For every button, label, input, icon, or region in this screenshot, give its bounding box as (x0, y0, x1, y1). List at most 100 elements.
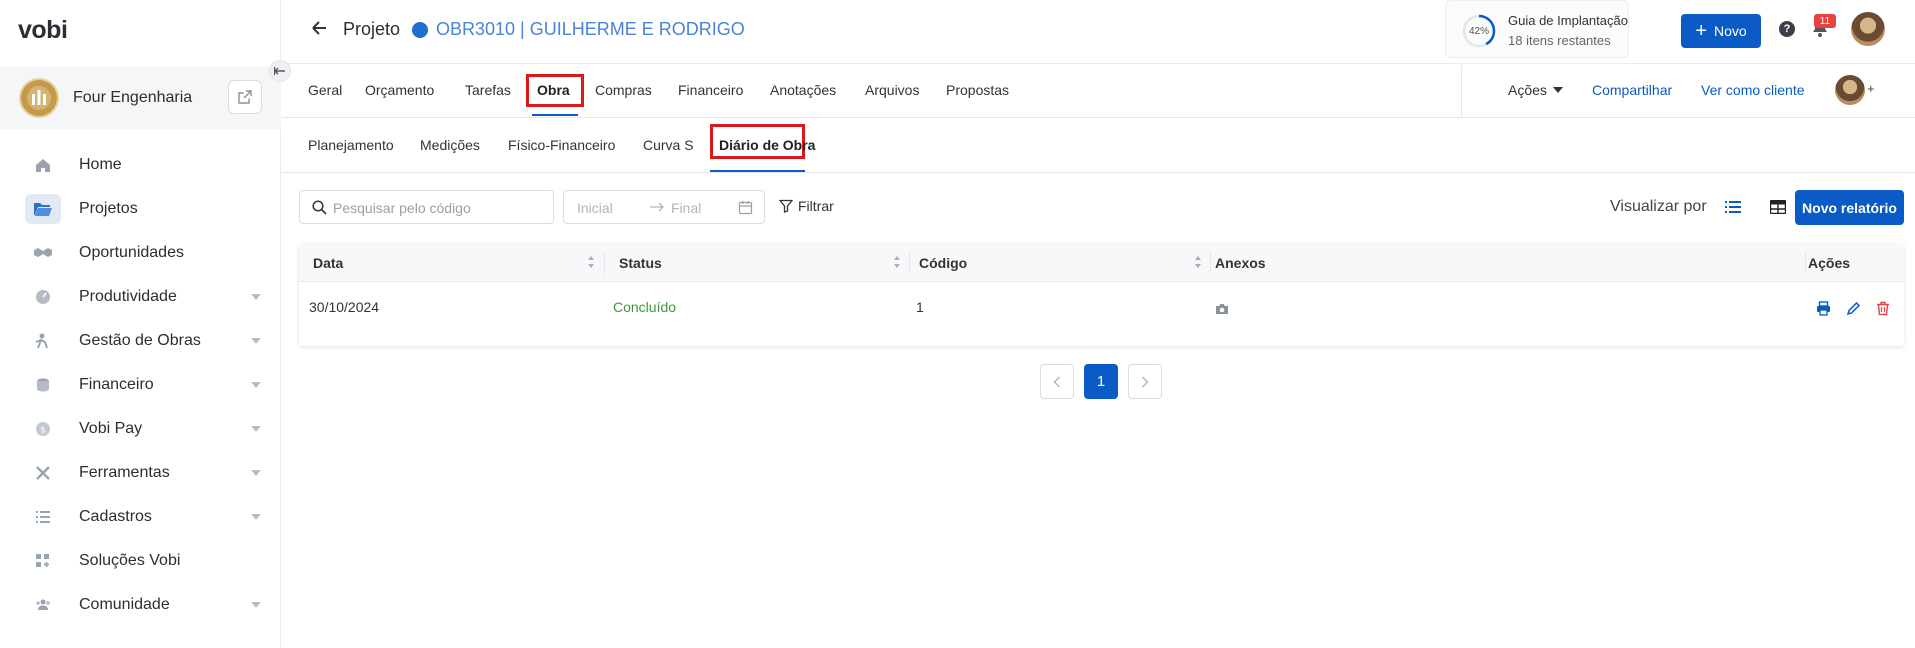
tab-propostas[interactable]: Propostas (946, 82, 1009, 98)
sidebar-item-comunidade[interactable]: Comunidade (0, 583, 281, 627)
sort-icon[interactable] (587, 255, 595, 269)
filter-button[interactable]: Filtrar (779, 198, 834, 214)
date-start-input[interactable]: Inicial (577, 200, 613, 216)
notification-badge: 11 (1814, 14, 1836, 28)
active-tab-indicator (532, 114, 578, 116)
pagination-page-1[interactable]: 1 (1084, 364, 1118, 399)
folder-icon (34, 203, 52, 216)
subtab-curva-s[interactable]: Curva S (643, 137, 694, 153)
guide-title: Guia de Implantação (1508, 13, 1628, 28)
sidebar-item-vobi-pay[interactable]: $ Vobi Pay (0, 407, 281, 451)
tools-icon (36, 466, 50, 480)
collapse-sidebar-button[interactable] (269, 60, 291, 82)
top-header: Projeto OBR3010 | GUILHERME E RODRIGO 42… (282, 0, 1915, 64)
sidebar-item-label: Vobi Pay (79, 420, 143, 437)
sidebar-item-home[interactable]: Home (0, 143, 281, 187)
search-box (299, 190, 554, 224)
search-input[interactable] (333, 198, 543, 218)
sidebar-item-oportunidades[interactable]: Oportunidades (0, 231, 281, 275)
column-header-codigo[interactable]: Código (919, 255, 967, 271)
external-link-icon (238, 90, 252, 104)
implementation-guide[interactable]: 42% Guia de Implantação 18 itens restant… (1445, 0, 1629, 58)
subtab-planejamento[interactable]: Planejamento (308, 137, 394, 153)
print-icon[interactable] (1816, 301, 1831, 316)
sidebar-item-label: Comunidade (79, 596, 170, 613)
tab-compras[interactable]: Compras (595, 82, 652, 98)
trash-icon[interactable] (1876, 301, 1890, 316)
guide-subtitle: 18 itens restantes (1508, 33, 1611, 48)
camera-icon[interactable] (1215, 303, 1229, 315)
grid-plus-icon (36, 554, 49, 567)
actions-dropdown[interactable]: Ações (1508, 82, 1563, 98)
table-header: Data Status Código Anexos Ações (299, 244, 1904, 282)
sidebar-item-projetos[interactable]: Projetos (0, 187, 281, 231)
table-view-icon[interactable] (1770, 200, 1786, 214)
chevron-down-icon (251, 470, 261, 476)
plus-icon: + (1695, 20, 1707, 42)
chevron-left-icon (1053, 376, 1060, 387)
back-arrow-icon[interactable] (310, 19, 328, 37)
vobi-logo[interactable]: vobi (18, 16, 68, 45)
open-external-button[interactable] (228, 80, 262, 114)
organization-switcher[interactable]: Four Engenharia (0, 67, 281, 129)
list-view-icon[interactable] (1725, 200, 1741, 214)
sidebar-item-label: Financeiro (79, 376, 154, 393)
sidebar-item-label: Soluções Vobi (79, 552, 181, 569)
sidebar-item-produtividade[interactable]: Produtividade (0, 275, 281, 319)
sidebar-item-gestao-de-obras[interactable]: Gestão de Obras (0, 319, 281, 363)
subtab-diario-de-obra[interactable]: Diário de Obra (719, 137, 815, 153)
sidebar-item-label: Home (79, 156, 122, 173)
sidebar-item-label: Oportunidades (79, 244, 184, 261)
sort-icon[interactable] (893, 255, 901, 269)
arrow-right-icon (650, 202, 664, 212)
subtab-medicoes[interactable]: Medições (420, 137, 480, 153)
column-header-data[interactable]: Data (313, 255, 343, 271)
subtab-fisico-financeiro[interactable]: Físico-Financeiro (508, 137, 615, 153)
sidebar: vobi Four Engenharia Home Projetos Oport… (0, 0, 281, 648)
sidebar-item-financeiro[interactable]: Financeiro (0, 363, 281, 407)
date-range-picker[interactable]: Inicial Final (563, 190, 765, 224)
help-icon[interactable]: ? (1779, 21, 1795, 37)
tab-tarefas[interactable]: Tarefas (465, 82, 511, 98)
new-button[interactable]: + Novo (1681, 14, 1761, 48)
list-icon (36, 511, 50, 523)
sidebar-item-cadastros[interactable]: Cadastros (0, 495, 281, 539)
client-avatar[interactable] (1835, 75, 1865, 105)
project-name-link[interactable]: OBR3010 | GUILHERME E RODRIGO (436, 19, 745, 40)
tab-orcamento[interactable]: Orçamento (365, 82, 434, 98)
sort-icon[interactable] (1194, 255, 1202, 269)
cell-code: 1 (916, 299, 924, 315)
edit-pencil-icon[interactable] (1846, 301, 1861, 316)
tab-geral[interactable]: Geral (308, 82, 342, 98)
date-end-input[interactable]: Final (671, 200, 701, 216)
tab-arquivos[interactable]: Arquivos (865, 82, 919, 98)
view-as-client-link[interactable]: Ver como cliente (1701, 82, 1805, 98)
chevron-down-icon (251, 338, 261, 344)
pagination-next-button[interactable] (1128, 364, 1162, 399)
column-header-status[interactable]: Status (619, 255, 662, 271)
dollar-icon: $ (36, 422, 50, 436)
sidebar-item-label: Produtividade (79, 288, 177, 305)
sidebar-item-label: Gestão de Obras (79, 332, 201, 349)
tab-obra[interactable]: Obra (537, 82, 570, 98)
sidebar-item-solucoes-vobi[interactable]: Soluções Vobi (0, 539, 281, 583)
project-tabs: Geral Orçamento Tarefas Obra Compras Fin… (282, 65, 1915, 118)
sidebar-item-ferramentas[interactable]: Ferramentas (0, 451, 281, 495)
obra-subtabs: Planejamento Medições Físico-Financeiro … (282, 119, 1915, 173)
add-client-icon[interactable]: + (1867, 81, 1875, 96)
new-report-button[interactable]: Novo relatório (1795, 190, 1904, 225)
tab-financeiro[interactable]: Financeiro (678, 82, 743, 98)
organization-name: Four Engenharia (73, 89, 193, 106)
tab-anotacoes[interactable]: Anotações (770, 82, 836, 98)
gauge-icon (36, 290, 50, 304)
pagination-prev-button[interactable] (1040, 364, 1074, 399)
handshake-icon (34, 248, 52, 257)
chevron-down-icon (251, 602, 261, 608)
cell-status: Concluído (613, 299, 677, 315)
column-header-anexos: Anexos (1215, 255, 1266, 271)
guide-percent: 42% (1468, 25, 1489, 37)
chevron-down-icon (251, 514, 261, 520)
user-avatar[interactable] (1851, 12, 1885, 46)
chevron-right-icon (1142, 376, 1149, 387)
share-link[interactable]: Compartilhar (1592, 82, 1672, 98)
